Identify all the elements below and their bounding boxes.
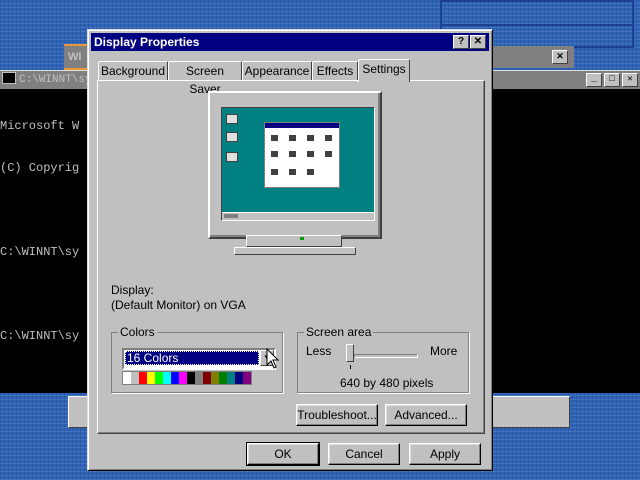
screen-area-slider-track[interactable] — [354, 354, 418, 358]
palette-swatch — [243, 372, 251, 384]
settings-panel: Display: (Default Monitor) on VGA Colors… — [97, 80, 485, 434]
colors-dropdown[interactable]: 16 Colors ▼ — [122, 348, 276, 370]
palette-swatch — [227, 372, 235, 384]
palette-swatch — [187, 372, 195, 384]
screen-area-slider-thumb[interactable] — [346, 344, 354, 362]
mouse-pointer-icon — [266, 348, 280, 369]
palette-swatch — [131, 372, 139, 384]
palette-swatch — [235, 372, 243, 384]
console-icon — [2, 72, 16, 84]
palette-swatch — [163, 372, 171, 384]
colors-legend: Colors — [118, 325, 157, 339]
close-icon[interactable]: ✕ — [552, 50, 568, 64]
console-title: C:\WINNT\sy — [19, 74, 92, 86]
background-window-frame — [440, 0, 634, 26]
maximize-button[interactable]: □ — [604, 73, 620, 87]
console-output: Microsoft W (C) Copyrig C:\WINNT\sy C:\W… — [0, 91, 79, 371]
taskbar-preview — [222, 212, 374, 220]
apply-button[interactable]: Apply — [409, 443, 481, 465]
palette-swatch — [171, 372, 179, 384]
monitor-preview — [208, 91, 382, 239]
dialog-title: Display Properties — [94, 35, 200, 49]
folder-icon — [289, 169, 296, 175]
window-preview-titlebar — [265, 123, 339, 128]
colors-group: Colors 16 Colors ▼ — [111, 325, 283, 393]
desktop-icon-preview — [226, 114, 238, 124]
monitor-screen — [221, 107, 375, 221]
folder-icon — [325, 151, 332, 157]
desktop-icon-preview — [226, 152, 238, 162]
display-properties-dialog: Display Properties ? ✕ Background Screen… — [87, 29, 493, 471]
desktop-icon-preview — [226, 132, 238, 142]
display-value: (Default Monitor) on VGA — [111, 298, 246, 312]
color-palette — [122, 371, 252, 385]
advanced-button[interactable]: Advanced... — [385, 404, 467, 426]
console-line: C:\WINNT\sy — [0, 329, 80, 343]
close-button[interactable]: ✕ — [622, 73, 638, 87]
troubleshoot-button[interactable]: Troubleshoot... — [296, 404, 378, 426]
folder-icon — [325, 135, 332, 141]
minimize-button[interactable]: _ — [586, 73, 602, 87]
help-button[interactable]: ? — [453, 35, 469, 49]
folder-icon — [271, 151, 278, 157]
console-line: C:\WINNT\sy — [0, 245, 80, 259]
tab-appearance[interactable]: Appearance — [242, 61, 312, 80]
monitor-stand — [246, 235, 342, 247]
palette-swatch — [195, 372, 203, 384]
palette-swatch — [179, 372, 187, 384]
less-label: Less — [306, 344, 332, 358]
folder-icon — [307, 135, 314, 141]
folder-icon — [271, 169, 278, 175]
console-line: Microsoft W — [0, 119, 80, 133]
palette-swatch — [203, 372, 211, 384]
slider-tick — [350, 365, 351, 369]
palette-swatch — [219, 372, 227, 384]
dialog-titlebar[interactable]: Display Properties ? ✕ — [91, 33, 489, 51]
background-window-title: WI — [68, 51, 82, 63]
palette-swatch — [155, 372, 163, 384]
folder-icon — [271, 135, 278, 141]
tab-settings[interactable]: Settings — [358, 59, 410, 82]
cancel-button[interactable]: Cancel — [328, 443, 400, 465]
folder-icon — [307, 151, 314, 157]
power-led — [300, 237, 304, 240]
resolution-label: 640 by 480 pixels — [340, 376, 434, 390]
tab-effects[interactable]: Effects — [312, 61, 358, 80]
more-label: More — [430, 344, 458, 358]
palette-swatch — [211, 372, 219, 384]
ok-button[interactable]: OK — [246, 442, 320, 466]
display-label: Display: — [111, 283, 154, 297]
folder-icon — [289, 135, 296, 141]
monitor-base — [234, 247, 356, 255]
colors-selected-value[interactable]: 16 Colors — [125, 351, 259, 365]
console-line: (C) Copyrig — [0, 161, 80, 175]
palette-swatch — [139, 372, 147, 384]
folder-icon — [307, 169, 314, 175]
tab-background[interactable]: Background — [98, 61, 168, 80]
close-button[interactable]: ✕ — [470, 35, 486, 49]
palette-swatch — [147, 372, 155, 384]
screen-area-group: Screen area Less More 640 by 480 pixels — [297, 325, 469, 393]
folder-icon — [289, 151, 296, 157]
start-button-preview — [224, 214, 238, 218]
tab-screen-saver[interactable]: Screen Saver — [168, 61, 242, 96]
window-preview — [264, 122, 340, 188]
screen-area-legend: Screen area — [304, 325, 374, 339]
palette-swatch — [123, 372, 131, 384]
